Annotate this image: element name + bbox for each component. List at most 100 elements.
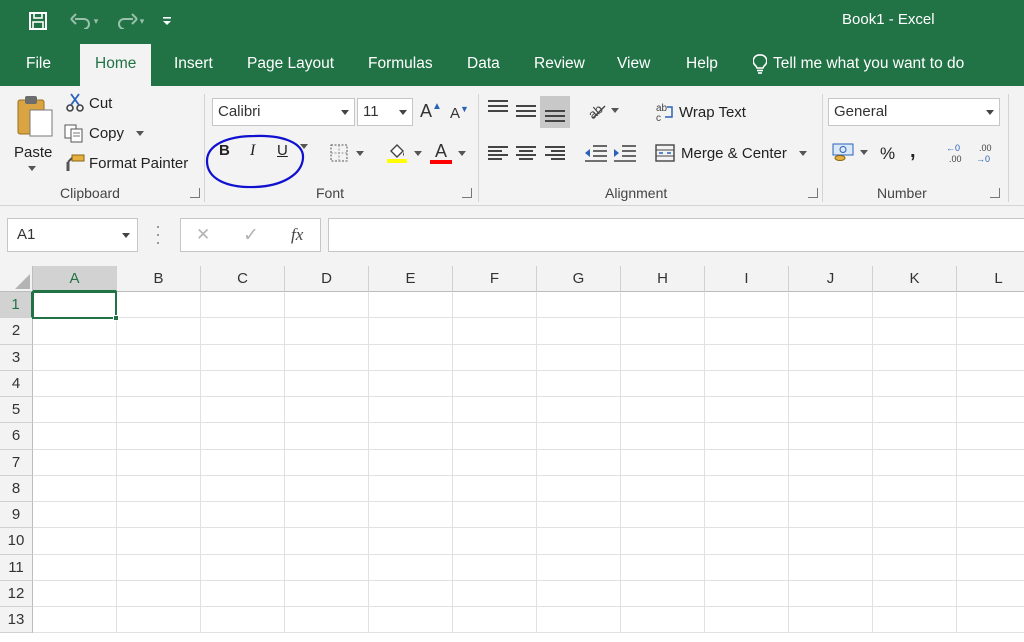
cell-d11[interactable] xyxy=(285,554,369,581)
cell-b5[interactable] xyxy=(117,397,201,424)
cell-h11[interactable] xyxy=(621,554,705,581)
cell-l2[interactable] xyxy=(957,318,1024,345)
cell-j6[interactable] xyxy=(789,423,873,450)
font-color-button[interactable]: A xyxy=(430,142,466,164)
tab-file[interactable]: File xyxy=(26,42,51,86)
cell-j2[interactable] xyxy=(789,318,873,345)
cell-h3[interactable] xyxy=(621,344,705,371)
cell-f6[interactable] xyxy=(453,423,537,450)
cell-e3[interactable] xyxy=(369,344,453,371)
column-header-f[interactable]: F xyxy=(453,266,537,292)
row-header-11[interactable]: 11 xyxy=(0,554,33,581)
cell-d4[interactable] xyxy=(285,370,369,397)
cell-b9[interactable] xyxy=(117,502,201,529)
name-box[interactable]: A1 xyxy=(7,218,138,252)
cell-a6[interactable] xyxy=(33,423,117,450)
cell-i3[interactable] xyxy=(705,344,789,371)
cell-b1[interactable] xyxy=(117,292,201,319)
cell-i2[interactable] xyxy=(705,318,789,345)
percent-style-button[interactable]: % xyxy=(880,144,895,164)
accounting-dropdown-icon[interactable] xyxy=(860,149,868,155)
cell-k12[interactable] xyxy=(873,580,957,607)
cell-d10[interactable] xyxy=(285,528,369,555)
cell-f12[interactable] xyxy=(453,580,537,607)
column-header-g[interactable]: G xyxy=(537,266,621,292)
cell-a10[interactable] xyxy=(33,528,117,555)
cell-g5[interactable] xyxy=(537,397,621,424)
cell-c7[interactable] xyxy=(201,449,285,476)
cell-i12[interactable] xyxy=(705,580,789,607)
tab-help[interactable]: Help xyxy=(686,42,718,86)
cell-f2[interactable] xyxy=(453,318,537,345)
row-header-7[interactable]: 7 xyxy=(0,449,33,476)
cell-g2[interactable] xyxy=(537,318,621,345)
top-align-icon[interactable] xyxy=(488,100,508,112)
comma-style-button[interactable]: , xyxy=(910,140,916,163)
column-header-a[interactable]: A xyxy=(33,266,117,292)
cell-f5[interactable] xyxy=(453,397,537,424)
customize-qat-icon[interactable] xyxy=(158,8,176,34)
cell-f13[interactable] xyxy=(453,607,537,634)
cell-c13[interactable] xyxy=(201,607,285,634)
tab-insert[interactable]: Insert xyxy=(174,42,213,86)
increase-indent-icon[interactable] xyxy=(613,144,637,162)
cell-c9[interactable] xyxy=(201,502,285,529)
save-icon[interactable] xyxy=(26,8,50,34)
cell-l10[interactable] xyxy=(957,528,1024,555)
row-header-2[interactable]: 2 xyxy=(0,318,33,345)
cell-i1[interactable] xyxy=(705,292,789,319)
cell-c1[interactable] xyxy=(201,292,285,319)
formula-bar-grip-icon[interactable] xyxy=(156,226,160,244)
number-format-combo[interactable]: General xyxy=(828,98,1000,126)
cell-k4[interactable] xyxy=(873,370,957,397)
cell-l7[interactable] xyxy=(957,450,1024,476)
formula-input[interactable] xyxy=(328,218,1024,252)
cell-i9[interactable] xyxy=(705,502,789,529)
undo-icon[interactable]: ▾ xyxy=(64,8,104,34)
select-all-button[interactable] xyxy=(0,266,33,292)
cell-a7[interactable] xyxy=(33,449,117,476)
cell-k7[interactable] xyxy=(873,449,957,476)
cell-f11[interactable] xyxy=(453,554,537,581)
column-header-k[interactable]: K xyxy=(873,266,957,292)
column-header-j[interactable]: J xyxy=(789,266,873,292)
middle-align-icon[interactable] xyxy=(516,105,536,117)
cell-e10[interactable] xyxy=(369,528,453,555)
cell-a11[interactable] xyxy=(33,554,117,581)
cell-b11[interactable] xyxy=(117,554,201,581)
cell-l5[interactable] xyxy=(957,397,1024,424)
cell-a8[interactable] xyxy=(33,475,117,502)
cell-j13[interactable] xyxy=(789,607,873,634)
tab-data[interactable]: Data xyxy=(467,42,500,86)
cell-d12[interactable] xyxy=(285,580,369,607)
cell-k5[interactable] xyxy=(873,397,957,424)
cell-l9[interactable] xyxy=(957,502,1024,529)
cell-j8[interactable] xyxy=(789,475,873,502)
alignment-launcher-icon[interactable] xyxy=(808,188,818,198)
cell-g13[interactable] xyxy=(537,607,621,634)
cell-d5[interactable] xyxy=(285,397,369,424)
cell-e1[interactable] xyxy=(369,292,453,319)
cell-b4[interactable] xyxy=(117,370,201,397)
cell-f7[interactable] xyxy=(453,449,537,476)
cut-button[interactable]: Cut xyxy=(66,92,112,114)
cell-g1[interactable] xyxy=(537,292,621,319)
cell-b6[interactable] xyxy=(117,423,201,450)
name-box-dropdown-icon[interactable] xyxy=(122,233,130,238)
cell-f10[interactable] xyxy=(453,528,537,555)
cell-d6[interactable] xyxy=(285,423,369,450)
tab-review[interactable]: Review xyxy=(534,42,585,86)
cell-k10[interactable] xyxy=(873,528,957,555)
row-header-13[interactable]: 13 xyxy=(0,607,33,634)
wrap-text-button[interactable]: ab c Wrap Text xyxy=(655,102,746,122)
cell-i6[interactable] xyxy=(705,423,789,450)
cell-k2[interactable] xyxy=(873,318,957,345)
cell-g8[interactable] xyxy=(537,475,621,502)
cell-h4[interactable] xyxy=(621,370,705,397)
cell-i10[interactable] xyxy=(705,528,789,555)
row-header-3[interactable]: 3 xyxy=(0,344,33,371)
cell-b12[interactable] xyxy=(117,580,201,607)
decrease-font-size-icon[interactable]: A ▼ xyxy=(450,104,469,123)
cell-l13[interactable] xyxy=(957,607,1024,634)
cell-i13[interactable] xyxy=(705,607,789,634)
